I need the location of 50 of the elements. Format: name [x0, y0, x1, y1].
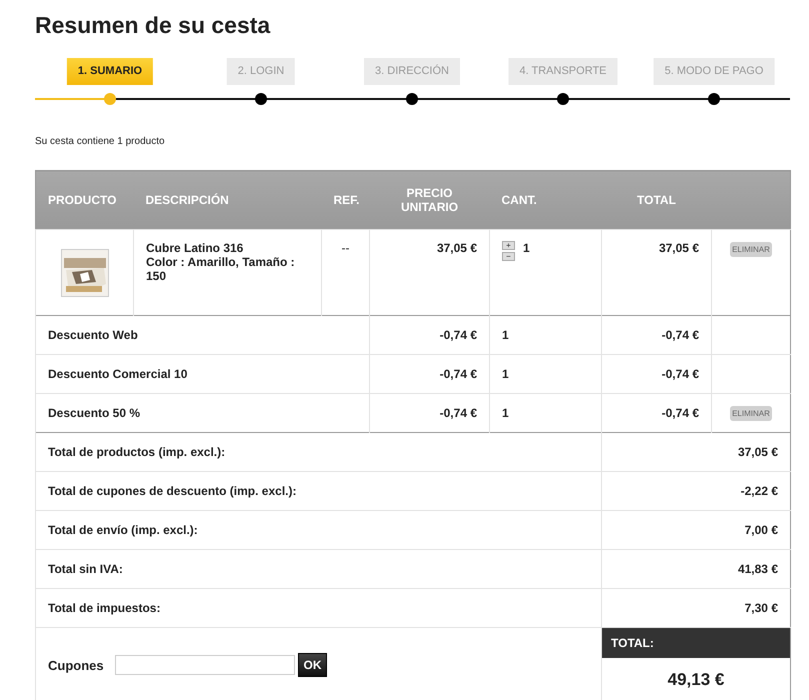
increase-button[interactable]: +: [502, 241, 515, 250]
table-cell: 37,05 €: [658, 241, 699, 255]
column-header: TOTAL: [602, 170, 712, 230]
column-header: DESCRIPCIÓN: [134, 170, 322, 230]
table-cell: -0,74 €: [440, 328, 477, 342]
table-cell: -2,22 €: [740, 484, 778, 498]
table-cell: 37,05 €: [738, 445, 778, 459]
step-tab[interactable]: 5. MODO DE PAGO: [654, 58, 774, 85]
remove-button[interactable]: ELIMINAR: [730, 406, 772, 421]
table-cell: 7,30 €: [744, 601, 778, 615]
page-title: Resumen de su cesta: [35, 11, 272, 40]
table-cell: --: [342, 241, 350, 255]
table-cell: 41,83 €: [738, 562, 778, 576]
table-cell: -0,74 €: [440, 367, 477, 381]
table-cell: -0,74 €: [440, 406, 477, 420]
table-cell: 7,00 €: [744, 523, 778, 537]
table-cell: Descuento Comercial 10: [48, 367, 188, 381]
column-header: CANT.: [490, 170, 602, 230]
product-name: Cubre Latino 316: [146, 241, 244, 255]
table-cell: Total de productos (imp. excl.):: [48, 445, 226, 459]
decrease-button[interactable]: −: [502, 252, 515, 261]
table-cell: Total de envío (imp. excl.):: [48, 523, 198, 537]
product-attributes: Color : Amarillo, Tamaño : 150: [146, 255, 296, 283]
table-cell: Total sin IVA:: [48, 562, 123, 576]
table-cell: Total de impuestos:: [48, 601, 160, 615]
table-cell: 1: [502, 367, 509, 381]
table-cell: -0,74 €: [662, 367, 699, 381]
column-header: REF.: [322, 170, 370, 230]
table-cell: 1: [502, 328, 509, 342]
table-cell: Descuento 50 %: [48, 406, 140, 420]
column-header: PRODUCTO: [36, 170, 134, 230]
column-header: PRECIO UNITARIO: [370, 170, 490, 230]
coupon-label: Cupones: [48, 658, 105, 672]
ok-button[interactable]: OK: [298, 653, 327, 677]
table-cell: -0,74 €: [662, 406, 699, 420]
step-tab[interactable]: 1. SUMARIO: [66, 58, 154, 85]
step-tab[interactable]: 2. LOGIN: [226, 58, 296, 85]
table-cell: Total de cupones de descuento (imp. excl.):: [48, 484, 296, 498]
grand-total: 49,13 €: [666, 669, 726, 691]
table-cell: -0,74 €: [662, 328, 699, 342]
remove-button[interactable]: ELIMINAR: [730, 242, 772, 257]
table-cell: 1: [502, 406, 509, 420]
table-cell: 37,05 €: [436, 241, 477, 255]
cart-summary: Su cesta contiene 1 producto: [35, 136, 166, 148]
quantity-value: 1: [523, 241, 530, 255]
step-tab[interactable]: 3. DIRECCIÓN: [364, 58, 460, 85]
table-cell: Descuento Web: [48, 328, 138, 342]
coupon-field[interactable]: [115, 655, 295, 675]
step-tab[interactable]: 4. TRANSPORTE: [508, 58, 618, 85]
total-header: TOTAL:: [602, 628, 790, 658]
